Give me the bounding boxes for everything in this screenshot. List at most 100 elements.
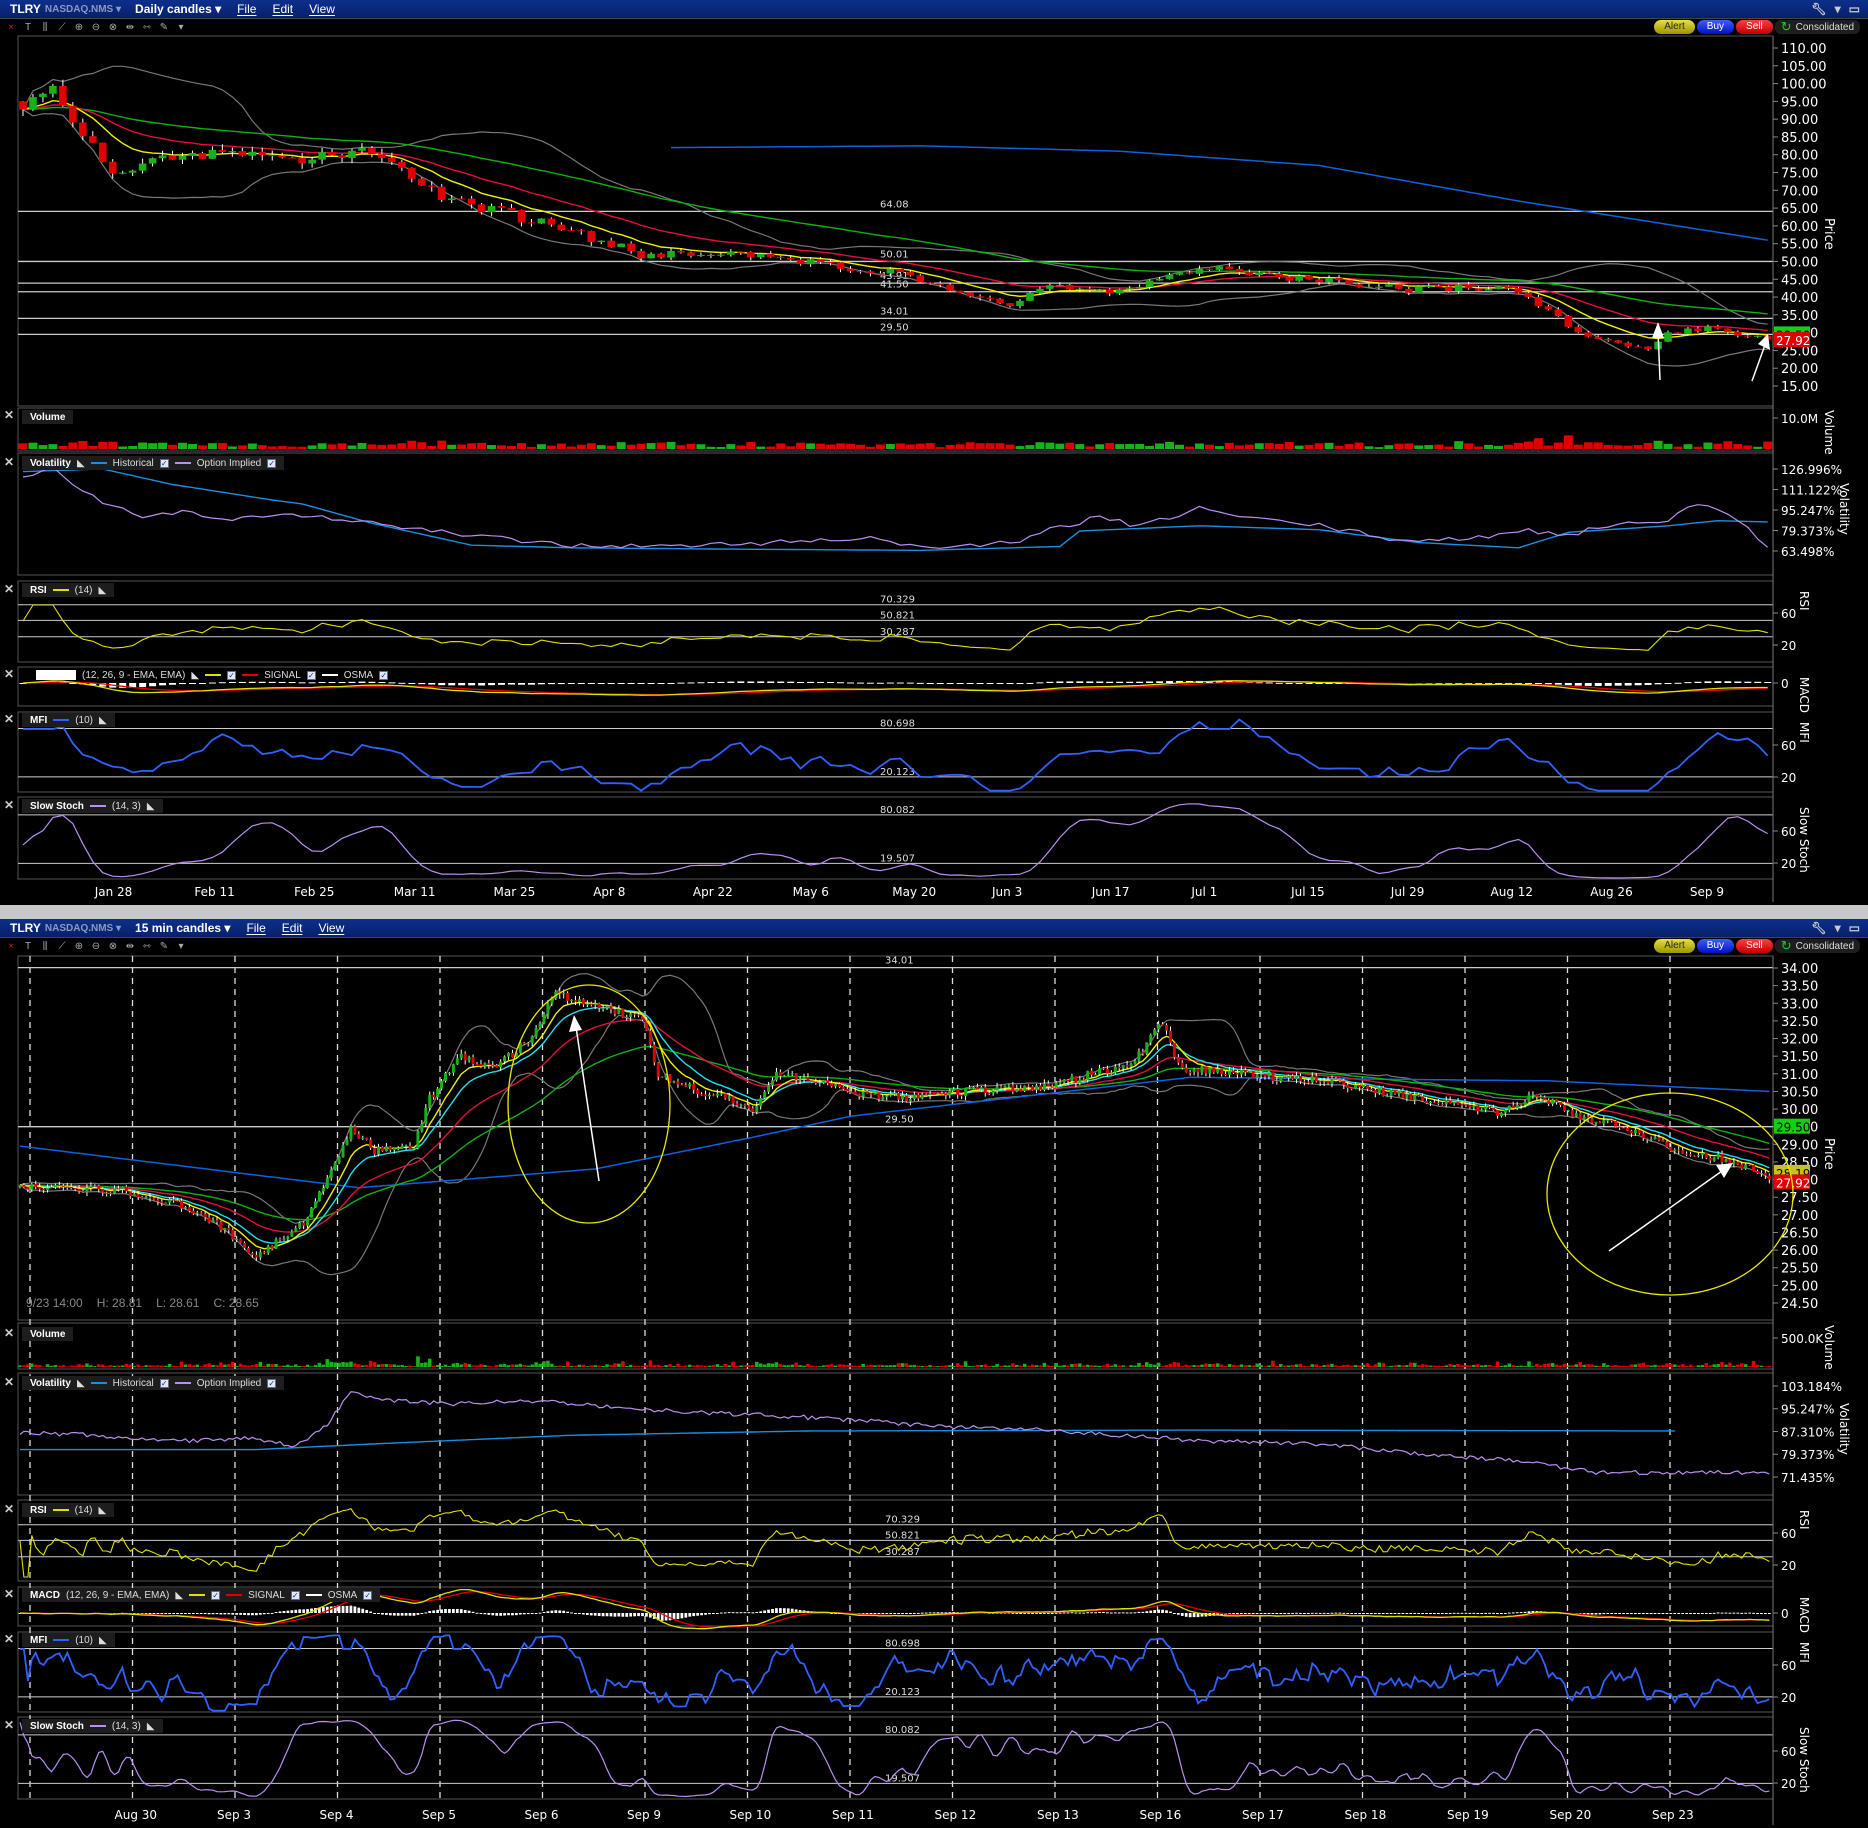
draw-line-icon[interactable]: ⟋ (57, 23, 67, 33)
wrench-icon[interactable]: 🔧︎ (1811, 2, 1826, 16)
more-icon[interactable]: ▾ (176, 942, 186, 952)
settings-icon[interactable]: ◣ (175, 1590, 183, 1601)
signal-checkbox[interactable]: ✓ (306, 670, 316, 680)
menu-edit[interactable]: Edit (282, 921, 303, 935)
menu-view[interactable]: View (309, 2, 335, 16)
volume-bar (475, 1365, 479, 1367)
menu-file[interactable]: File (246, 921, 265, 935)
historical-checkbox[interactable]: ✓ (159, 458, 169, 468)
sell-button[interactable]: Sell (1736, 20, 1773, 34)
close-rsi-panel[interactable]: ✕ (4, 582, 14, 596)
settings-icon[interactable]: ◣ (191, 670, 199, 681)
osma-bar (467, 1610, 471, 1613)
signal-checkbox[interactable]: ✓ (290, 1590, 300, 1600)
crosshair-icon[interactable]: ⊗ (108, 942, 118, 952)
alert-button[interactable]: Alert (1654, 939, 1695, 953)
close-volatility-panel[interactable]: ✕ (4, 455, 14, 469)
volume-bar (660, 1366, 664, 1367)
osma-checkbox[interactable]: ✓ (379, 670, 389, 680)
chevron-down-icon[interactable]: ▾ (1835, 2, 1841, 16)
compress-icon[interactable]: ⇿ (142, 942, 152, 952)
settings-icon[interactable]: ◣ (77, 458, 85, 469)
more-icon[interactable]: ▾ (176, 23, 186, 33)
expand-icon[interactable]: ⇹ (125, 942, 135, 952)
menu-view[interactable]: View (318, 921, 344, 935)
settings-icon[interactable]: ◣ (99, 715, 107, 726)
close-volatility-panel[interactable]: ✕ (4, 1375, 14, 1389)
intraday-chart-canvas[interactable]: 34.0033.5033.0032.5032.0031.5031.0030.50… (0, 919, 1868, 1828)
candle-down (816, 259, 825, 262)
feed-selector[interactable]: ↻ Consolidated (1774, 20, 1860, 34)
symbol[interactable]: TLRY (10, 2, 41, 16)
zoom-out-icon[interactable]: ⊖ (91, 23, 101, 33)
compress-icon[interactable]: ⇿ (142, 23, 152, 33)
close-volume-panel[interactable]: ✕ (4, 408, 14, 422)
buy-button[interactable]: Buy (1696, 939, 1735, 953)
close-macd-panel[interactable]: ✕ (4, 1587, 14, 1601)
timeframe-dropdown[interactable]: Daily candles ▾ (135, 2, 221, 16)
osma-bar (1381, 1613, 1385, 1614)
date-axis-label: Jul 15 (1290, 885, 1325, 899)
settings-icon[interactable]: ◣ (147, 801, 155, 812)
osma-bar (1456, 1612, 1460, 1614)
close-rsi-panel[interactable]: ✕ (4, 1502, 14, 1516)
text-tool-icon[interactable]: T (23, 23, 33, 33)
text-tool-icon[interactable]: T (23, 942, 33, 952)
settings-icon[interactable]: ◣ (147, 1721, 155, 1732)
maximize-icon[interactable]: ▭ (1849, 921, 1860, 935)
candle-up (358, 147, 366, 151)
osma-checkbox[interactable]: ✓ (363, 1590, 373, 1600)
historical-checkbox[interactable]: ✓ (159, 1378, 169, 1388)
volume-bar (873, 1365, 877, 1367)
zoom-out-icon[interactable]: ⊖ (91, 942, 101, 952)
expand-icon[interactable]: ⇹ (125, 23, 135, 33)
close-icon[interactable]: × (6, 23, 16, 33)
zoom-in-icon[interactable]: ⊕ (74, 942, 84, 952)
settings-icon[interactable]: ◣ (98, 585, 106, 596)
mfi-params: (10) (75, 1634, 94, 1646)
settings-icon[interactable]: ✎ (159, 942, 169, 952)
osma-bar (451, 1609, 455, 1613)
settings-icon[interactable]: ◣ (98, 1505, 106, 1516)
feed-selector[interactable]: ↻ Consolidated (1774, 939, 1860, 953)
timeframe-dropdown[interactable]: 15 min candles ▾ (135, 921, 230, 935)
settings-icon[interactable]: ◣ (99, 1635, 107, 1646)
crosshair-icon[interactable]: ⊗ (108, 23, 118, 33)
symbol[interactable]: TLRY (10, 921, 41, 935)
implied-checkbox[interactable]: ✓ (267, 458, 277, 468)
close-mfi-panel[interactable]: ✕ (4, 1632, 14, 1646)
draw-line-icon[interactable]: ⟋ (57, 942, 67, 952)
alert-button[interactable]: Alert (1654, 20, 1695, 34)
close-volume-panel[interactable]: ✕ (4, 1326, 14, 1340)
osma-bar (1137, 1611, 1141, 1613)
menu-file[interactable]: File (237, 2, 256, 16)
daily-chart-canvas[interactable]: 110.00105.00100.0095.0090.0085.0080.0075… (0, 0, 1868, 905)
settings-icon[interactable]: ◣ (77, 1378, 85, 1389)
exchange-dropdown[interactable]: NASDAQ.NMS ▾ (45, 923, 121, 934)
close-icon[interactable]: × (6, 942, 16, 952)
osma-bar (1011, 1612, 1015, 1614)
price-tick-label: 25.50 (1781, 1262, 1818, 1277)
close-macd-panel[interactable]: ✕ (4, 667, 14, 681)
osma-bar (1082, 1612, 1086, 1614)
wrench-icon[interactable]: 🔧︎ (1811, 921, 1826, 935)
buy-button[interactable]: Buy (1696, 20, 1735, 34)
macd-checkbox[interactable]: ✓ (227, 670, 237, 680)
maximize-icon[interactable]: ▭ (1849, 2, 1860, 16)
menu-edit[interactable]: Edit (272, 2, 293, 16)
close-stoch-panel[interactable]: ✕ (4, 1718, 14, 1732)
zoom-in-icon[interactable]: ⊕ (74, 23, 84, 33)
candle-down (704, 1094, 708, 1097)
volume-bar (881, 1365, 885, 1367)
close-mfi-panel[interactable]: ✕ (4, 712, 14, 726)
bar-type-icon[interactable]: ⫼ (40, 23, 50, 33)
sell-button[interactable]: Sell (1736, 939, 1773, 953)
panel-title: MFI (30, 714, 48, 726)
settings-icon[interactable]: ✎ (159, 23, 169, 33)
close-stoch-panel[interactable]: ✕ (4, 798, 14, 812)
chevron-down-icon[interactable]: ▾ (1835, 921, 1841, 935)
macd-checkbox[interactable]: ✓ (211, 1590, 221, 1600)
bar-type-icon[interactable]: ⫼ (40, 942, 50, 952)
exchange-dropdown[interactable]: NASDAQ.NMS ▾ (45, 4, 121, 15)
implied-checkbox[interactable]: ✓ (267, 1378, 277, 1388)
